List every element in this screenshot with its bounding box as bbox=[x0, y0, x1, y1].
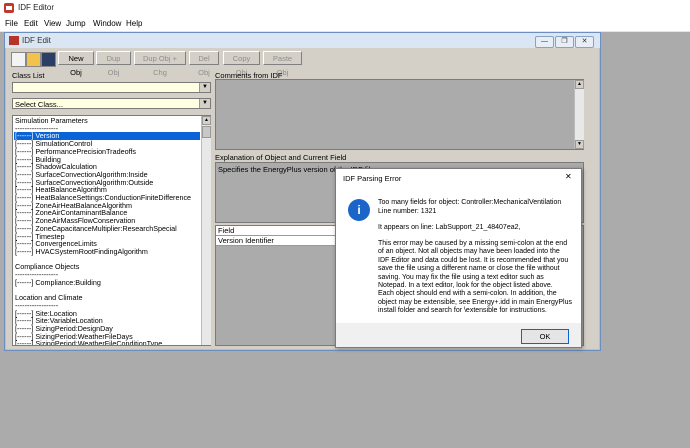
dialog-message-line: of an object. Not all objects may have b… bbox=[378, 248, 560, 256]
new-file-icon[interactable] bbox=[11, 52, 26, 67]
save-icon[interactable] bbox=[41, 52, 56, 67]
app-title-bar: IDF Editor bbox=[0, 0, 690, 16]
comments-scrollbar[interactable]: ▲ ▼ bbox=[574, 80, 584, 149]
scroll-down-icon[interactable]: ▼ bbox=[575, 140, 584, 149]
class-list-label: Class List bbox=[12, 71, 45, 80]
comments-box[interactable] bbox=[215, 79, 584, 150]
child-title-bar: IDF Edit — ❐ ✕ bbox=[5, 33, 600, 48]
ok-button[interactable]: OK bbox=[521, 329, 569, 344]
field-header-cell: Field bbox=[216, 226, 336, 236]
dialog-line-1: Too many fields for object: Controller:M… bbox=[378, 199, 562, 206]
dup-obj-button[interactable]: Dup Obj bbox=[96, 51, 131, 77]
menu-window[interactable]: Window bbox=[93, 19, 121, 28]
dialog-message-line: IDF Editor and data could be lost. It is… bbox=[378, 256, 569, 264]
app-title: IDF Editor bbox=[18, 3, 55, 12]
scroll-up-icon[interactable]: ▲ bbox=[202, 116, 211, 125]
child-title: IDF Edit bbox=[22, 36, 51, 45]
copy-obj-button[interactable]: Copy Obj bbox=[223, 51, 260, 77]
dialog-line-2: Line number: 1321 bbox=[378, 208, 437, 215]
open-folder-icon[interactable] bbox=[26, 52, 41, 67]
dialog-message: This error may be caused by a missing se… bbox=[378, 240, 578, 316]
dialog-message-line: save the file using a different name or … bbox=[378, 265, 560, 273]
dialog-close-icon[interactable]: ✕ bbox=[565, 172, 572, 181]
scroll-thumb[interactable] bbox=[202, 126, 211, 138]
app-icon bbox=[4, 3, 14, 13]
class-list-item[interactable]: [------] SizingPeriod:WeatherFileConditi… bbox=[15, 340, 162, 345]
menu-edit[interactable]: Edit bbox=[24, 19, 38, 28]
menu-help[interactable]: Help bbox=[126, 19, 142, 28]
field-row[interactable]: Version Identifier bbox=[216, 236, 336, 246]
dialog-message-line: Notepad. In a text editor, look for the … bbox=[378, 282, 553, 290]
select-class-combo[interactable]: Select Class... ▼ bbox=[12, 98, 211, 109]
class-list[interactable]: Simulation Parameters ------------------[… bbox=[12, 115, 211, 346]
del-obj-button[interactable]: Del Obj bbox=[189, 51, 219, 77]
scroll-up-icon[interactable]: ▲ bbox=[575, 80, 584, 89]
dialog-message-line: object may be extensible, see Energy+.id… bbox=[378, 298, 572, 306]
dialog-line-3: It appears on line: LabSupport_21_48407e… bbox=[378, 224, 521, 231]
class-filter-combo[interactable]: ▼ bbox=[12, 82, 211, 93]
class-list-item[interactable]: [------] HVACSystemRootFindingAlgorithm bbox=[15, 247, 148, 256]
paste-obj-button[interactable]: Paste Obj bbox=[263, 51, 302, 77]
field-header: Field bbox=[218, 226, 235, 235]
parsing-error-dialog: IDF Parsing Error ✕ i Too many fields fo… bbox=[335, 168, 582, 348]
dialog-message-line: Each object should end with a semi-colon… bbox=[378, 290, 557, 298]
dialog-message-line: saving. You may fix the file using a tex… bbox=[378, 273, 544, 281]
menu-jump[interactable]: Jump bbox=[66, 19, 86, 28]
new-obj-button[interactable]: New Obj bbox=[58, 51, 94, 77]
menu-bar: File Edit View Jump Window Help bbox=[0, 16, 690, 32]
dialog-message-line: install folder and search for \extensibl… bbox=[378, 307, 547, 315]
info-icon: i bbox=[348, 199, 370, 221]
select-class-value: Select Class... bbox=[15, 100, 63, 109]
dialog-title: IDF Parsing Error bbox=[343, 174, 402, 183]
idf-edit-icon bbox=[9, 36, 19, 45]
explanation-label: Explanation of Object and Current Field bbox=[215, 153, 347, 162]
minimize-button[interactable]: — bbox=[535, 36, 554, 48]
chevron-down-icon[interactable]: ▼ bbox=[199, 83, 210, 92]
field-row-label: Version Identifier bbox=[218, 236, 274, 245]
chevron-down-icon[interactable]: ▼ bbox=[199, 99, 210, 108]
dup-obj-chg-button[interactable]: Dup Obj + Chg bbox=[134, 51, 186, 77]
menu-file[interactable]: File bbox=[5, 19, 18, 28]
maximize-button[interactable]: ❐ bbox=[555, 36, 574, 48]
dialog-message-line: This error may be caused by a missing se… bbox=[378, 240, 568, 247]
class-list-item[interactable]: [------] Compliance:Building bbox=[15, 278, 101, 287]
class-list-scrollbar[interactable]: ▲ bbox=[201, 116, 211, 345]
menu-view[interactable]: View bbox=[44, 19, 61, 28]
close-child-button[interactable]: ✕ bbox=[575, 36, 594, 48]
